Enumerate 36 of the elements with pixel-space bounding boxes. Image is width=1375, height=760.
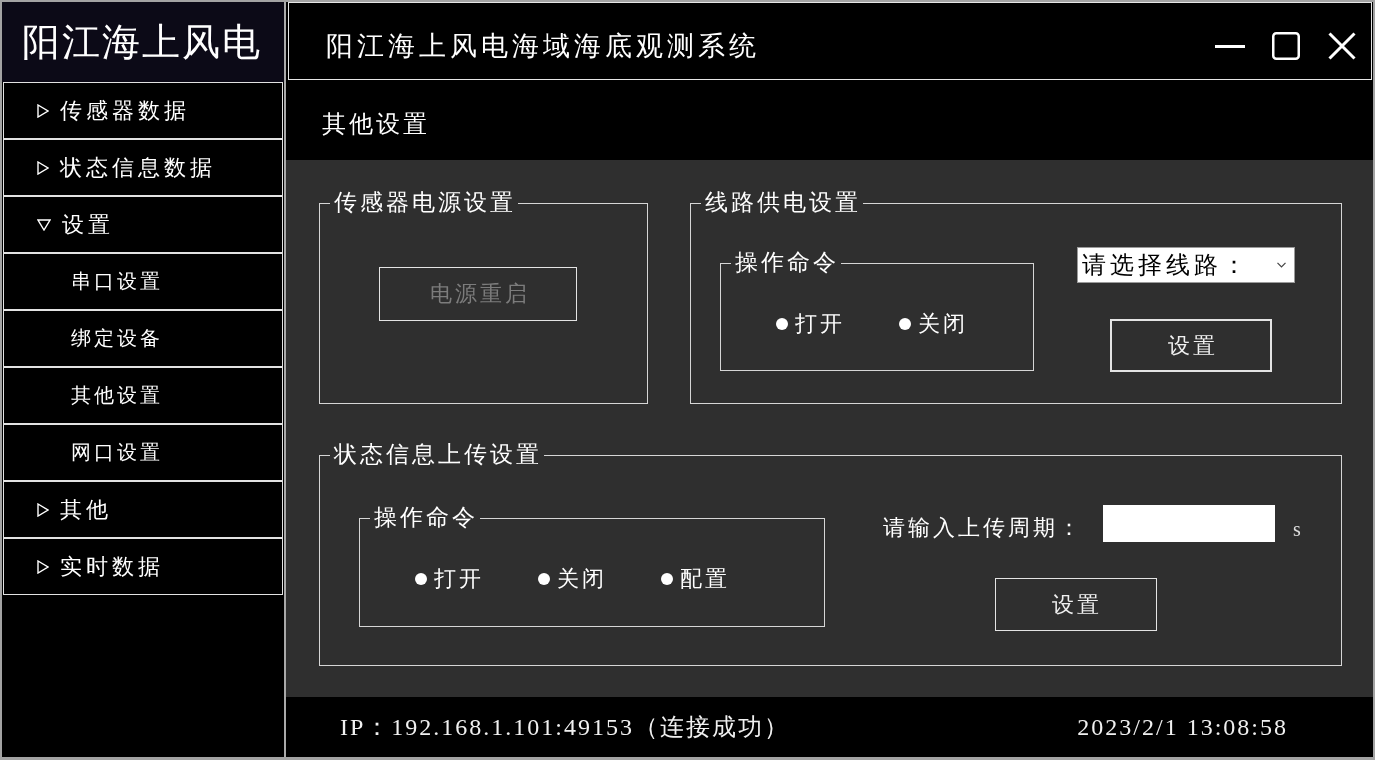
sidebar-subitem[interactable]: 绑定设备 <box>3 310 283 367</box>
close-icon <box>1328 32 1356 60</box>
sidebar-item[interactable]: 实时数据 <box>3 538 283 595</box>
radio-option[interactable]: 打开 <box>776 311 845 337</box>
app-title: 阳江海上风电 <box>22 20 262 64</box>
page-title: 其他设置 <box>322 110 430 139</box>
maximize-button[interactable] <box>1271 31 1301 61</box>
radio-option[interactable]: 关闭 <box>538 566 607 592</box>
sidebar-subitem[interactable]: 其他设置 <box>3 367 283 424</box>
chevron-down-icon <box>1277 262 1286 268</box>
group-title: 状态信息上传设置 <box>333 442 543 468</box>
radio-option[interactable]: 配置 <box>661 566 730 592</box>
datetime-text: 2023/2/1 13:08:58 <box>1077 713 1288 741</box>
close-button[interactable] <box>1327 31 1357 61</box>
radio-option[interactable]: 关闭 <box>899 311 968 337</box>
period-input[interactable] <box>1103 504 1275 542</box>
sidebar-item[interactable]: 设置 <box>3 196 283 253</box>
window-title: 阳江海上风电海域海底观测系统 <box>326 30 761 62</box>
period-label: 请输入上传周期： <box>883 514 1083 542</box>
group-title: 操作命令 <box>373 505 479 531</box>
maximize-icon <box>1272 32 1300 60</box>
unit-label: s <box>1293 517 1301 541</box>
sidebar-subitem[interactable]: 串口设置 <box>3 253 283 310</box>
line-select[interactable]: 请选择线路： <box>1077 247 1295 283</box>
sidebar-item[interactable]: 传感器数据 <box>3 82 283 139</box>
sidebar-item[interactable]: 其他 <box>3 481 283 538</box>
group-title: 操作命令 <box>734 250 840 276</box>
sidebar-subitem[interactable]: 网口设置 <box>3 424 283 481</box>
group-title: 传感器电源设置 <box>333 190 517 216</box>
connection-status: IP：192.168.1.101:49153（连接成功） <box>340 713 790 742</box>
set-button[interactable]: 设置 <box>994 578 1157 631</box>
radio-option[interactable]: 打开 <box>415 566 484 592</box>
sidebar-item[interactable]: 状态信息数据 <box>3 139 283 196</box>
set-button[interactable]: 设置 <box>1110 319 1272 372</box>
group-title: 线路供电设置 <box>704 190 862 216</box>
minimize-icon <box>1215 44 1245 48</box>
